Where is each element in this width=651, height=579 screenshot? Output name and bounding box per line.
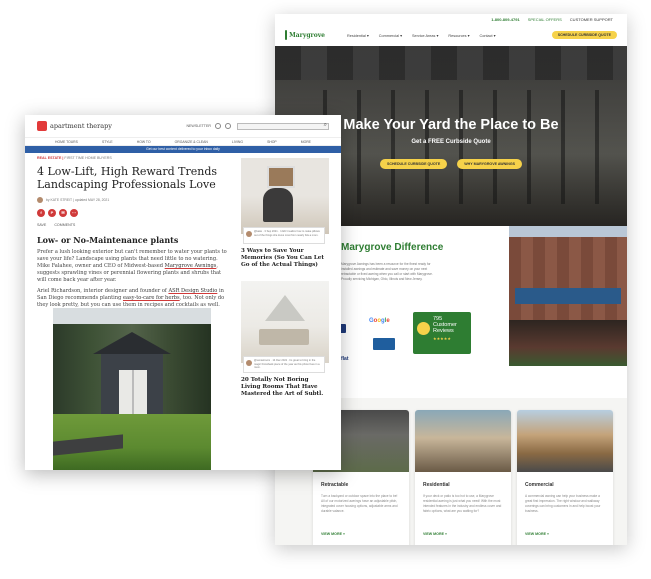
nav-commercial[interactable]: Commercial (379, 33, 402, 38)
newsletter-banner[interactable]: Get our best content delivered to your i… (25, 146, 341, 153)
apartment-therapy-window: apartment therapy NEWSLETTER HOME TOURS … (25, 115, 341, 470)
view-more-link[interactable]: VIEW MORE » (321, 532, 401, 536)
menu-living[interactable]: LIVING (232, 140, 243, 144)
garden-shed-photo (53, 308, 211, 470)
more-icon[interactable]: ⋯ (70, 209, 78, 217)
sidebar-story-image-1[interactable]: @katie · 3 Sep 2021 · I didn't realize h… (241, 158, 329, 244)
instagram-caption: @sunsetroom · 14 Dec 2021 · Its great to… (243, 356, 325, 373)
bbb-badge-icon (373, 338, 395, 350)
menu-shop[interactable]: SHOP (267, 140, 277, 144)
marygrove-logo[interactable]: Marygrove (285, 29, 325, 42)
menu-how-to[interactable]: HOW TO (137, 140, 151, 144)
sidebar-story-title-1[interactable]: 3 Ways to Save Your Memories (So You Can… (241, 248, 329, 269)
card-commercial[interactable]: Commercial A commercial awning can help … (517, 410, 613, 545)
marygrove-topbar: 1-800-809-4791 SPECIAL OFFERS CUSTOMER S… (275, 14, 627, 24)
marygrove-nav: Marygrove Residential Commercial Service… (275, 24, 627, 46)
nav-resources[interactable]: Resources (448, 33, 469, 38)
menu-more[interactable]: MORE (301, 140, 311, 144)
hero-why-button[interactable]: WHY MARYGROVE AWNINGS (457, 159, 523, 169)
difference-left-label: flat (341, 356, 349, 362)
special-offers-link[interactable]: SPECIAL OFFERS (528, 17, 562, 22)
sidebar-story-image-2[interactable]: @sunsetroom · 14 Dec 2021 · Its great to… (241, 281, 329, 373)
article: REAL ESTATE | FIRST TIME HOME BUYERS 4 L… (37, 155, 231, 309)
apartment-therapy-logo-icon[interactable] (37, 121, 47, 131)
schedule-quote-button[interactable]: SCHEDULE CURBSIDE QUOTE (551, 31, 617, 39)
card-text: If your deck or patio is too hot to use,… (423, 494, 502, 513)
card-image (415, 410, 511, 472)
share-buttons: f P ✉ ⋯ (37, 209, 231, 217)
article-byline: by KATE STREIT | updated MAY 28, 2021 (37, 197, 231, 203)
phone-link[interactable]: 1-800-809-4791 (491, 17, 519, 22)
at-menu: HOME TOURS STYLE HOW TO ORGANIZE & CLEAN… (25, 137, 341, 146)
author-avatar (37, 197, 43, 203)
section-heading: Low- or No-Maintenance plants (37, 235, 179, 245)
card-text: Turn a backyard or outdoor space into th… (321, 494, 398, 513)
asr-design-link[interactable]: ASR Design Studio (168, 288, 217, 294)
reviews-label: Customer Reviews (433, 322, 457, 334)
google-badge: Google (369, 318, 390, 324)
sidebar: @katie · 3 Sep 2021 · I didn't realize h… (241, 158, 329, 398)
logo-text: Marygrove (289, 31, 325, 39)
star-rating-icon: ★★★★★ (433, 336, 451, 341)
email-icon[interactable]: ✉ (59, 209, 67, 217)
at-header: apartment therapy NEWSLETTER (25, 115, 341, 137)
main-menu: Residential Commercial Service Areas Res… (347, 33, 496, 38)
reviews-badge: 795 Customer Reviews ★★★★★ (413, 312, 471, 354)
menu-style[interactable]: STYLE (102, 140, 113, 144)
difference-title: Marygrove Difference (341, 242, 444, 253)
paragraph-2: Ariel Richardson, interior designer and … (37, 288, 225, 308)
card-residential[interactable]: Residential If your deck or patio is too… (415, 410, 511, 545)
save-button[interactable]: SAVE (37, 223, 46, 227)
pinterest-icon[interactable]: P (48, 209, 56, 217)
sidebar-story-title-2[interactable]: 20 Totally Not Boring Living Rooms That … (241, 377, 329, 398)
menu-organize[interactable]: ORGANIZE & CLEAN (175, 140, 208, 144)
card-title: Commercial (525, 482, 554, 488)
view-more-link[interactable]: VIEW MORE » (423, 532, 503, 536)
nav-contact[interactable]: Contact (480, 33, 496, 38)
article-category[interactable]: REAL ESTATE | FIRST TIME HOME BUYERS (37, 156, 231, 160)
awning-logo-icon (285, 30, 288, 40)
hero-buttons: SCHEDULE CURBSIDE QUOTE WHY MARYGROVE AW… (379, 159, 523, 169)
building-photo (509, 226, 627, 366)
card-text: A commercial awning can help your busine… (525, 494, 601, 513)
newsletter-link[interactable]: NEWSLETTER (186, 124, 211, 128)
nav-service-areas[interactable]: Service Areas (412, 33, 438, 38)
user-icon[interactable] (225, 123, 231, 129)
herbs-link[interactable]: easy-to-care for herbs (123, 295, 180, 301)
paragraph-1: Prefer a lush looking exterior but can't… (37, 249, 227, 283)
search-input[interactable] (237, 122, 329, 130)
view-more-link[interactable]: VIEW MORE » (525, 532, 605, 536)
facebook-icon[interactable]: f (37, 209, 45, 217)
instagram-caption: @katie · 3 Sep 2021 · I didn't realize h… (243, 227, 325, 244)
card-image (517, 410, 613, 472)
article-title: 4 Low-Lift, High Reward Trends Landscapi… (37, 165, 218, 191)
shed-door (119, 370, 147, 414)
logo-text[interactable]: apartment therapy (50, 122, 112, 130)
hero-quote-button[interactable]: SCHEDULE CURBSIDE QUOTE (379, 159, 448, 169)
nav-residential[interactable]: Residential (347, 33, 369, 38)
comments-button[interactable]: COMMENTS (54, 223, 75, 227)
hero-title: Make Your Yard the Place to Be (343, 117, 559, 133)
article-actions: SAVE COMMENTS (37, 223, 231, 227)
bookmark-icon[interactable] (215, 123, 221, 129)
difference-text: Marygrove Awnings has been a resource fo… (341, 262, 433, 281)
hero-subtitle: Get a FREE Curbside Quote (411, 139, 491, 145)
marygrove-link[interactable]: Marygrove Awnings (165, 263, 217, 269)
customer-support-link[interactable]: CUSTOMER SUPPORT (570, 17, 613, 22)
menu-home-tours[interactable]: HOME TOURS (55, 140, 78, 144)
card-title: Residential (423, 482, 450, 488)
card-title: Retractable (321, 482, 349, 488)
